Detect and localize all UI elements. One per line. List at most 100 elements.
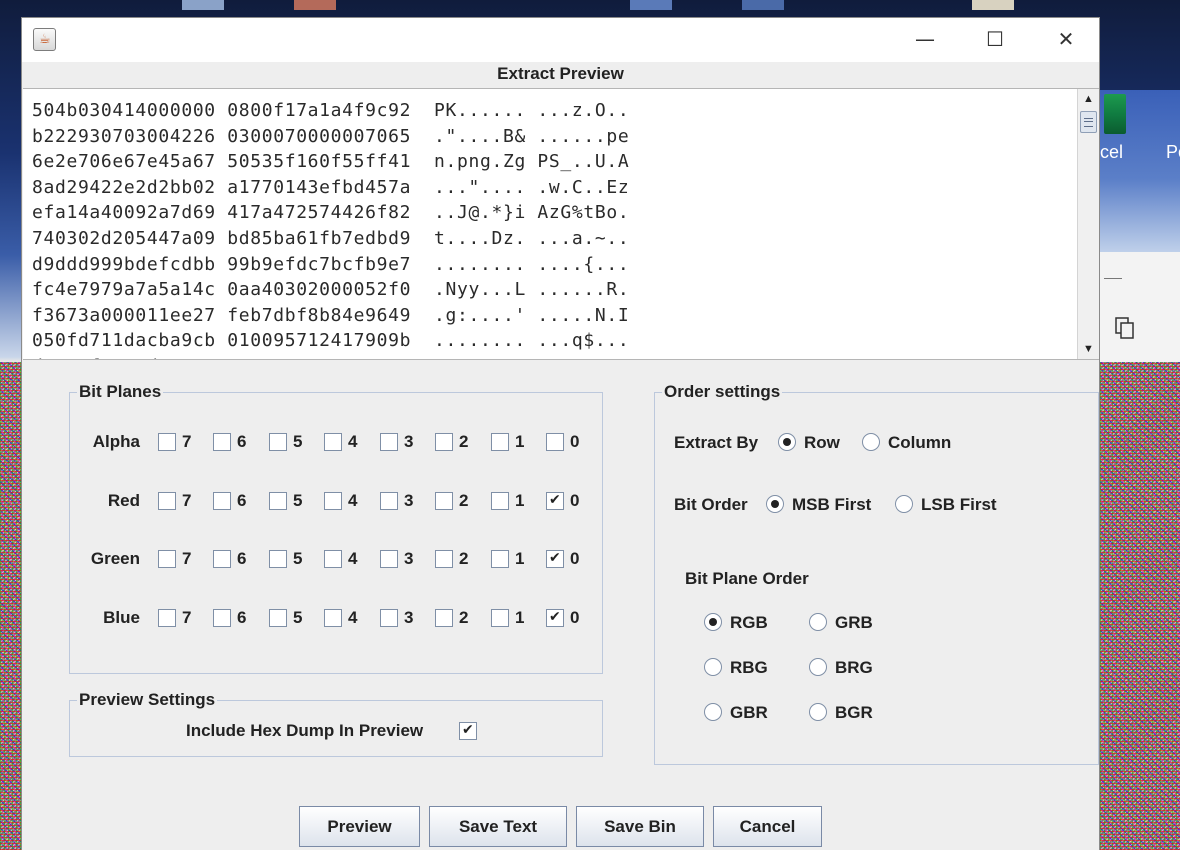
checkbox-alpha-bit-4[interactable] <box>324 433 342 451</box>
hex-dump-line: 504b030414000000 0800f17a1a4f9c92 PK....… <box>32 100 630 121</box>
bit-label: 3 <box>404 491 414 510</box>
radio-order-brg[interactable] <box>809 658 827 676</box>
radio-order-rbg-label: RBG <box>730 658 768 677</box>
checkbox-blue-bit-6[interactable] <box>213 609 231 627</box>
checkbox-alpha-bit-3[interactable] <box>380 433 398 451</box>
checkbox-green-bit-3[interactable] <box>380 550 398 568</box>
checkbox-blue-bit-2[interactable] <box>435 609 453 627</box>
bit-label: 1 <box>515 608 525 627</box>
checkbox-green-bit-5[interactable] <box>269 550 287 568</box>
bit-label: 2 <box>459 491 469 510</box>
hex-dump-line: f3673a000011ee27 feb7dbf8b84e9649 .g:...… <box>32 304 630 326</box>
checkbox-red-bit-2[interactable] <box>435 492 453 510</box>
checkbox-red-bit-5[interactable] <box>269 492 287 510</box>
close-button[interactable]: ✕ <box>1049 24 1083 54</box>
taskbar-thumbnail-2[interactable] <box>294 0 336 10</box>
radio-order-bgr[interactable] <box>809 703 827 721</box>
scroll-up-arrow-icon[interactable]: ▲ <box>1078 89 1099 109</box>
bit-planes-title: Bit Planes <box>77 382 164 402</box>
taskbar-thumbnail-5[interactable] <box>972 0 1014 10</box>
excel-icon[interactable] <box>1104 94 1126 134</box>
bit-plane-order-label: Bit Plane Order <box>685 569 809 588</box>
radio-msb-first-label: MSB First <box>792 495 872 514</box>
bit-label: 4 <box>348 491 358 510</box>
checkbox-alpha-bit-5[interactable] <box>269 433 287 451</box>
radio-msb-first[interactable] <box>766 495 784 513</box>
checkbox-green-bit-0[interactable] <box>546 550 564 568</box>
checkbox-blue-bit-5[interactable] <box>269 609 287 627</box>
bit-label: 6 <box>237 432 247 451</box>
hex-dump-line: d1471fc675d40100 4026000041c8038a .G..u.… <box>32 354 629 359</box>
checkbox-blue-bit-3[interactable] <box>380 609 398 627</box>
taskbar-thumbnail-1[interactable] <box>182 0 224 10</box>
cancel-button[interactable]: Cancel <box>713 806 822 847</box>
radio-order-rbg[interactable] <box>704 658 722 676</box>
checkbox-blue-bit-0[interactable] <box>546 609 564 627</box>
checkbox-alpha-bit-1[interactable] <box>491 433 509 451</box>
taskbar-thumbnail-3[interactable] <box>630 0 672 10</box>
checkbox-red-bit-7[interactable] <box>158 492 176 510</box>
radio-order-gbr[interactable] <box>704 703 722 721</box>
radio-extract-row[interactable] <box>778 433 796 451</box>
extract-preview-dialog: ☕ — ☐ ✕ Extract Preview 504b030414000000… <box>21 17 1100 850</box>
plane-label-alpha: Alpha <box>92 432 140 451</box>
radio-lsb-first[interactable] <box>895 495 913 513</box>
checkbox-green-bit-6[interactable] <box>213 550 231 568</box>
checkbox-blue-bit-4[interactable] <box>324 609 342 627</box>
plane-label-red: Red <box>107 491 140 510</box>
hex-dump-line: fc4e7979a7a5a14c 0aa40302000052f0 .Nyy..… <box>32 279 630 301</box>
title-bar[interactable]: ☕ — ☐ ✕ <box>22 18 1099 62</box>
save-bin-button[interactable]: Save Bin <box>576 806 704 847</box>
hex-dump-checkbox[interactable] <box>459 722 477 740</box>
bit-label: 2 <box>459 432 469 451</box>
bit-label: 4 <box>348 608 358 627</box>
plane-label-green: Green <box>90 549 140 568</box>
checkbox-green-bit-2[interactable] <box>435 550 453 568</box>
radio-order-grb[interactable] <box>809 613 827 631</box>
checkbox-blue-bit-1[interactable] <box>491 609 509 627</box>
minimize-icon <box>1104 278 1122 279</box>
bit-label: 0 <box>570 608 580 627</box>
java-cup-icon[interactable]: ☕ <box>33 28 56 51</box>
hex-dump-line: 8ad29422e2d2bb02 a1770143efbd457a ..."..… <box>32 176 630 198</box>
checkbox-blue-bit-7[interactable] <box>158 609 176 627</box>
bit-label: 0 <box>570 432 580 451</box>
checkbox-red-bit-4[interactable] <box>324 492 342 510</box>
checkbox-red-bit-1[interactable] <box>491 492 509 510</box>
scrollbar-thumb[interactable] <box>1080 111 1097 133</box>
bit-label: 4 <box>348 432 358 451</box>
hex-dump-line: 050fd711dacba9cb 010095712417909b ......… <box>32 330 630 352</box>
bit-label: 7 <box>182 491 192 510</box>
checkbox-alpha-bit-0[interactable] <box>546 433 564 451</box>
taskbar-thumbnail-4[interactable] <box>742 0 784 10</box>
checkbox-red-bit-0[interactable] <box>546 492 564 510</box>
bit-label: 7 <box>182 432 192 451</box>
bit-label: 2 <box>459 608 469 627</box>
copy-icon[interactable] <box>1114 316 1136 340</box>
minimize-button[interactable]: — <box>908 24 942 54</box>
bit-label: 3 <box>404 432 414 451</box>
extract-by-label: Extract By <box>674 433 759 452</box>
maximize-button[interactable]: ☐ <box>978 24 1012 54</box>
preview-text-area[interactable]: 504b030414000000 0800f17a1a4f9c92 PK....… <box>23 88 1099 360</box>
radio-order-rgb[interactable] <box>704 613 722 631</box>
checkbox-alpha-bit-6[interactable] <box>213 433 231 451</box>
plane-label-blue: Blue <box>103 608 140 627</box>
radio-extract-column[interactable] <box>862 433 880 451</box>
bit-label: 3 <box>404 608 414 627</box>
bit-label: 4 <box>348 549 358 568</box>
vertical-scrollbar[interactable]: ▲ ▼ <box>1077 89 1099 359</box>
bit-label: 5 <box>293 608 303 627</box>
checkbox-alpha-bit-2[interactable] <box>435 433 453 451</box>
bit-label: 7 <box>182 608 192 627</box>
checkbox-green-bit-4[interactable] <box>324 550 342 568</box>
checkbox-green-bit-7[interactable] <box>158 550 176 568</box>
save-text-button[interactable]: Save Text <box>429 806 567 847</box>
checkbox-alpha-bit-7[interactable] <box>158 433 176 451</box>
scroll-down-arrow-icon[interactable]: ▼ <box>1078 339 1099 359</box>
checkbox-red-bit-6[interactable] <box>213 492 231 510</box>
hex-dump-line: d9ddd999bdefcdbb 99b9efdc7bcfb9e7 ......… <box>32 253 630 275</box>
checkbox-green-bit-1[interactable] <box>491 550 509 568</box>
preview-button[interactable]: Preview <box>299 806 420 847</box>
checkbox-red-bit-3[interactable] <box>380 492 398 510</box>
